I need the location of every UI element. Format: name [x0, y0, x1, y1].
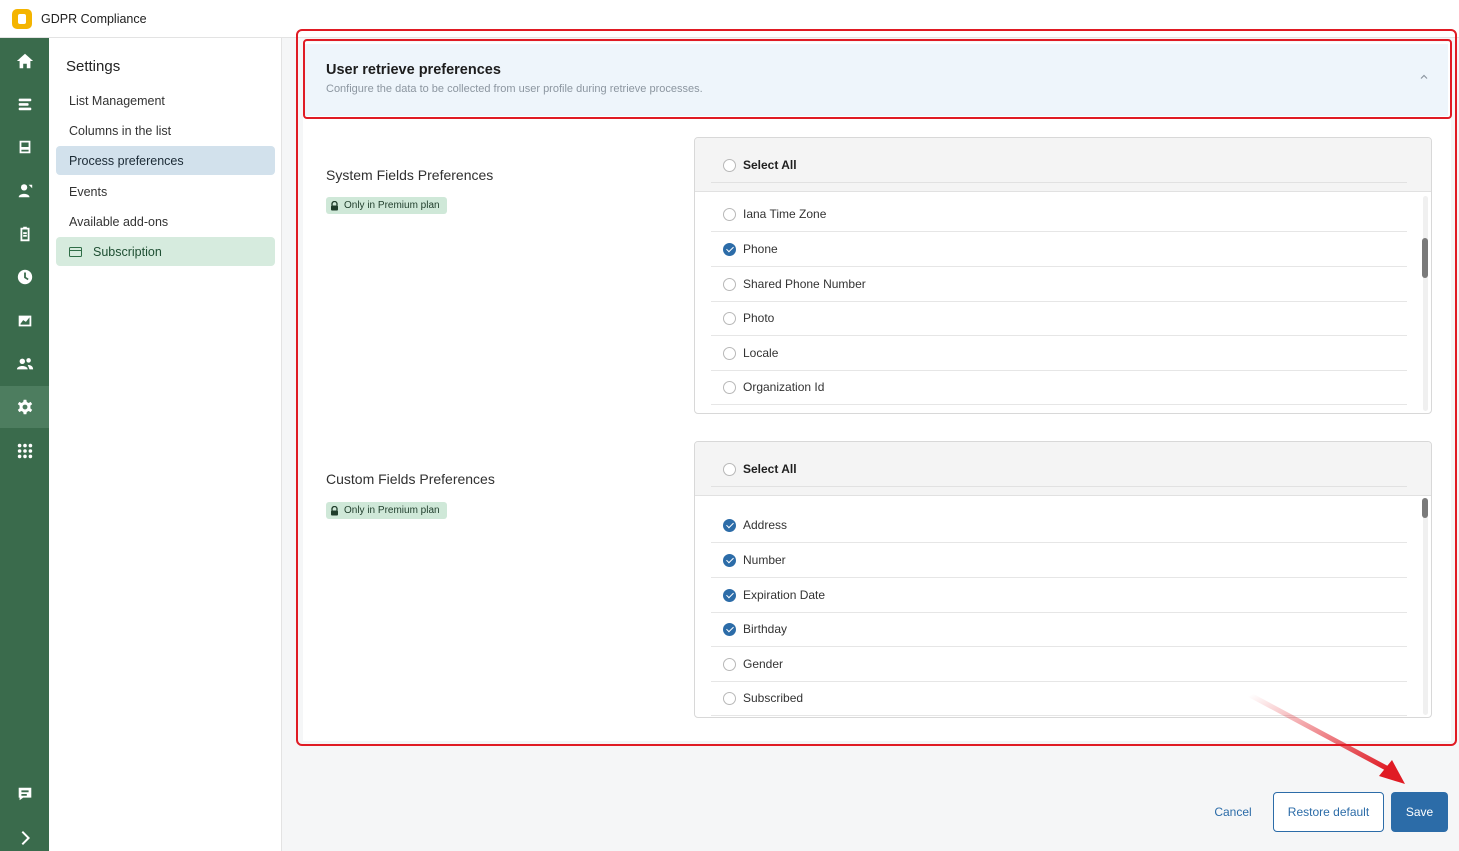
credit-card-icon: [69, 246, 82, 257]
cancel-button[interactable]: Cancel: [1210, 792, 1256, 832]
apps-grid-icon[interactable]: [0, 430, 49, 472]
settings-title: Settings: [66, 58, 121, 75]
sidebar-item-columns[interactable]: Columns in the list: [56, 116, 275, 145]
sidebar-item-add-ons[interactable]: Available add-ons: [56, 207, 275, 236]
left-rail: [0, 38, 49, 851]
sidebar-item-subscription[interactable]: Subscription: [56, 237, 275, 266]
sidebar-item-list-management[interactable]: List Management: [56, 86, 275, 115]
chat-icon[interactable]: [0, 773, 49, 815]
inbox-icon[interactable]: [0, 126, 49, 168]
clock-icon[interactable]: [0, 256, 49, 298]
sidebar-item-events[interactable]: Events: [56, 177, 275, 206]
gear-icon[interactable]: [0, 386, 49, 428]
sidebar-item-label: Events: [69, 184, 108, 199]
home-icon[interactable]: [0, 40, 49, 82]
sidebar-item-label: List Management: [69, 93, 165, 108]
restore-default-button[interactable]: Restore default: [1273, 792, 1384, 832]
highlight-frame-outer: [296, 29, 1457, 746]
sidebar-item-label: Process preferences: [69, 153, 184, 168]
user-export-icon[interactable]: [0, 170, 49, 212]
settings-sidebar: Settings List Management Columns in the …: [49, 38, 282, 851]
app-title: GDPR Compliance: [41, 11, 147, 26]
highlight-frame-header: [303, 39, 1452, 119]
list-icon[interactable]: [0, 83, 49, 125]
users-icon[interactable]: [0, 343, 49, 385]
sidebar-item-process-preferences[interactable]: Process preferences: [56, 146, 275, 175]
chevron-right-icon[interactable]: [0, 817, 49, 851]
clipboard-icon[interactable]: [0, 213, 49, 255]
sidebar-item-label: Available add-ons: [69, 214, 169, 229]
sidebar-item-label: Subscription: [93, 244, 162, 259]
chart-icon[interactable]: [0, 300, 49, 342]
sidebar-item-label: Columns in the list: [69, 123, 172, 138]
app-logo-icon: [12, 8, 32, 29]
save-button[interactable]: Save: [1391, 792, 1448, 832]
